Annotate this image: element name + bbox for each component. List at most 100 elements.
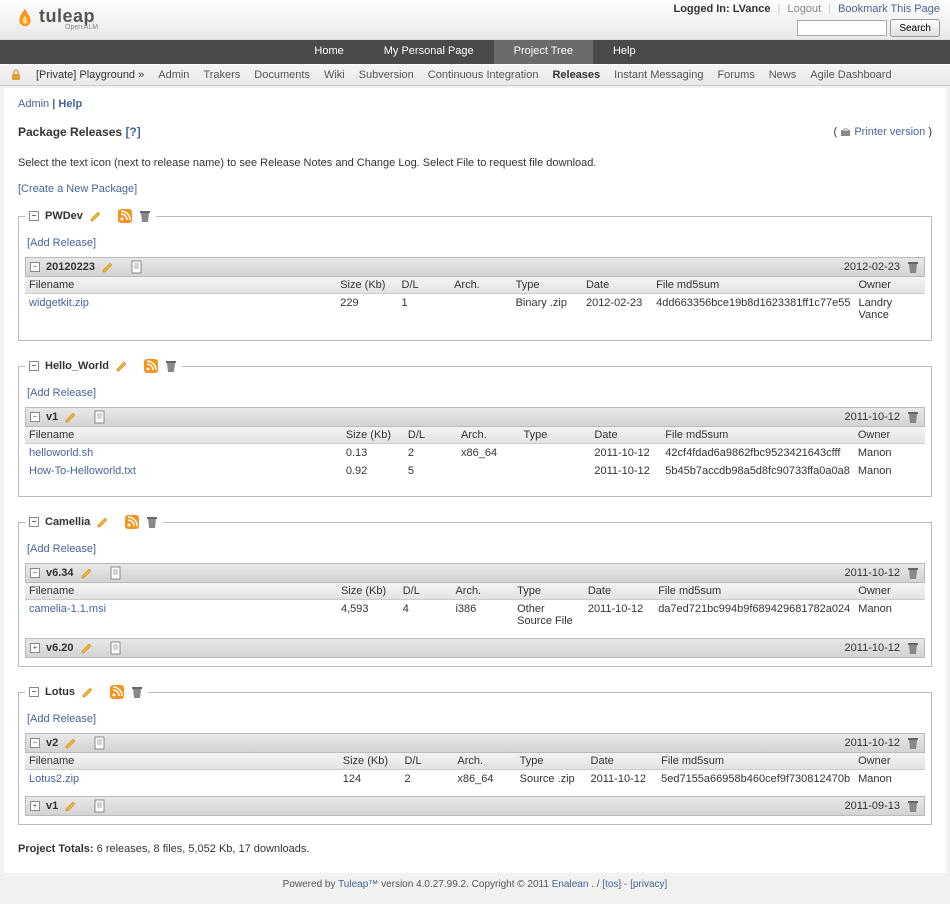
- add-release-link[interactable]: [Add Release]: [27, 237, 96, 249]
- col-size: Size (Kb): [342, 427, 404, 444]
- col-md5: File md5sum: [654, 583, 854, 600]
- notes-icon[interactable]: [109, 566, 123, 580]
- files-table: FilenameSize (Kb)D/LArch.TypeDateFile md…: [25, 753, 925, 788]
- toggle-icon[interactable]: −: [30, 412, 40, 422]
- col-owner: Owner: [854, 427, 925, 444]
- file-arch: i386: [451, 600, 513, 631]
- edit-icon[interactable]: [81, 685, 95, 699]
- package-name: Hello_World: [45, 360, 109, 372]
- trash-icon[interactable]: [906, 641, 920, 655]
- add-release-link[interactable]: [Add Release]: [27, 713, 96, 725]
- footer-privacy-link[interactable]: [privacy]: [630, 879, 667, 890]
- trash-icon[interactable]: [906, 566, 920, 580]
- toggle-icon[interactable]: −: [30, 262, 40, 272]
- projnav-forums[interactable]: Forums: [717, 69, 754, 81]
- toggle-icon[interactable]: −: [29, 211, 39, 221]
- trash-icon[interactable]: [138, 209, 152, 223]
- edit-icon[interactable]: [96, 515, 110, 529]
- edit-icon[interactable]: [80, 641, 94, 655]
- toggle-icon[interactable]: −: [29, 687, 39, 697]
- rss-icon[interactable]: [110, 685, 124, 699]
- printer-link[interactable]: Printer version: [854, 126, 925, 138]
- col-date: Date: [590, 427, 661, 444]
- col-dl: D/L: [399, 583, 452, 600]
- edit-icon[interactable]: [64, 799, 78, 813]
- projnav-wiki[interactable]: Wiki: [324, 69, 345, 81]
- nav-help[interactable]: Help: [593, 40, 656, 64]
- col-md5: File md5sum: [657, 753, 854, 770]
- col-size: Size (Kb): [336, 277, 397, 294]
- logo[interactable]: tuleap Open ALM: [15, 6, 98, 31]
- help-icon[interactable]: [?]: [125, 125, 140, 139]
- add-release-link[interactable]: [Add Release]: [27, 387, 96, 399]
- file-type: [520, 444, 591, 463]
- edit-icon[interactable]: [89, 209, 103, 223]
- package-name: Camellia: [45, 516, 90, 528]
- edit-icon[interactable]: [101, 260, 115, 274]
- rss-icon[interactable]: [144, 359, 158, 373]
- trash-icon[interactable]: [164, 359, 178, 373]
- paren: ): [928, 126, 932, 138]
- file-link[interactable]: Lotus2.zip: [29, 773, 79, 785]
- notes-icon[interactable]: [109, 641, 123, 655]
- footer-tuleap-link[interactable]: Tuleap™: [338, 879, 378, 890]
- file-link[interactable]: camelia-1.1.msi: [29, 603, 106, 615]
- projnav-documents[interactable]: Documents: [254, 69, 310, 81]
- search-input[interactable]: [797, 20, 887, 36]
- edit-icon[interactable]: [80, 566, 94, 580]
- projnav-subversion[interactable]: Subversion: [359, 69, 414, 81]
- trash-icon[interactable]: [906, 736, 920, 750]
- file-size: 0.92: [342, 462, 404, 480]
- toggle-icon[interactable]: +: [30, 643, 40, 653]
- nav-home[interactable]: Home: [294, 40, 363, 64]
- toggle-icon[interactable]: +: [30, 801, 40, 811]
- toggle-icon[interactable]: −: [30, 738, 40, 748]
- file-link[interactable]: How-To-Helloworld.txt: [29, 465, 136, 477]
- toggle-icon[interactable]: −: [29, 517, 39, 527]
- projnav-admin[interactable]: Admin: [158, 69, 189, 81]
- projnav-agile-dashboard[interactable]: Agile Dashboard: [810, 69, 891, 81]
- edit-icon[interactable]: [64, 736, 78, 750]
- edit-icon[interactable]: [115, 359, 129, 373]
- trash-icon[interactable]: [130, 685, 144, 699]
- trash-icon[interactable]: [145, 515, 159, 529]
- projnav-releases[interactable]: Releases: [552, 69, 600, 81]
- rss-icon[interactable]: [118, 209, 132, 223]
- file-row: camelia-1.1.msi4,5934i386Other Source Fi…: [25, 600, 925, 631]
- admin-link[interactable]: Admin: [18, 98, 49, 110]
- add-release-link[interactable]: [Add Release]: [27, 543, 96, 555]
- trash-icon[interactable]: [906, 260, 920, 274]
- projnav-trakers[interactable]: Trakers: [203, 69, 240, 81]
- notes-icon[interactable]: [93, 799, 107, 813]
- col-filename: Filename: [25, 427, 342, 444]
- bookmark-link[interactable]: Bookmark This Page: [838, 3, 940, 15]
- notes-icon[interactable]: [93, 736, 107, 750]
- file-link[interactable]: widgetkit.zip: [29, 297, 89, 309]
- search-button[interactable]: Search: [890, 19, 940, 37]
- trash-icon[interactable]: [906, 410, 920, 424]
- file-link[interactable]: helloworld.sh: [29, 447, 93, 459]
- nav-projtree[interactable]: Project Tree: [494, 40, 593, 64]
- file-date: 2011-10-12: [587, 770, 658, 789]
- toggle-icon[interactable]: −: [30, 568, 40, 578]
- toggle-icon[interactable]: −: [29, 361, 39, 371]
- notes-icon[interactable]: [93, 410, 107, 424]
- separator: |: [824, 3, 835, 15]
- project-name[interactable]: [Private] Playground »: [36, 69, 144, 81]
- footer-tos-link[interactable]: [tos]: [602, 879, 621, 890]
- printer-version: ( Printer version ): [834, 126, 932, 138]
- package-camellia: − Camellia [Add Release]− v6.34 2011-10-…: [18, 515, 932, 667]
- footer-enalean-link[interactable]: Enalean: [552, 879, 589, 890]
- nav-mypage[interactable]: My Personal Page: [364, 40, 494, 64]
- notes-icon[interactable]: [130, 260, 144, 274]
- projnav-news[interactable]: News: [769, 69, 797, 81]
- trash-icon[interactable]: [906, 799, 920, 813]
- help-link[interactable]: Help: [58, 98, 82, 110]
- logout-link[interactable]: Logout: [787, 3, 821, 15]
- edit-icon[interactable]: [64, 410, 78, 424]
- create-package-link[interactable]: [Create a New Package]: [18, 183, 137, 195]
- projnav-instant-messaging[interactable]: Instant Messaging: [614, 69, 703, 81]
- col-filename: Filename: [25, 583, 337, 600]
- rss-icon[interactable]: [125, 515, 139, 529]
- projnav-continuous-integration[interactable]: Continuous Integration: [428, 69, 539, 81]
